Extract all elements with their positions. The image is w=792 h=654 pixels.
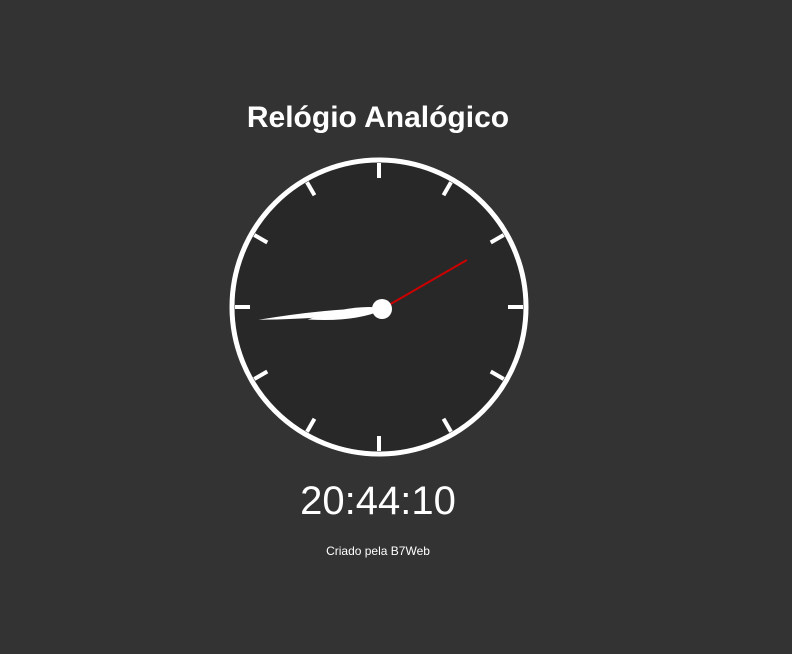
credit-text: Criado pela B7Web — [326, 544, 430, 558]
clock-center-pin — [372, 299, 392, 319]
analog-clock-icon — [229, 157, 529, 457]
digital-time: 20:44:10 — [300, 479, 456, 523]
page-title: Relógio Analógico — [246, 101, 510, 134]
analog-clock — [229, 157, 529, 457]
